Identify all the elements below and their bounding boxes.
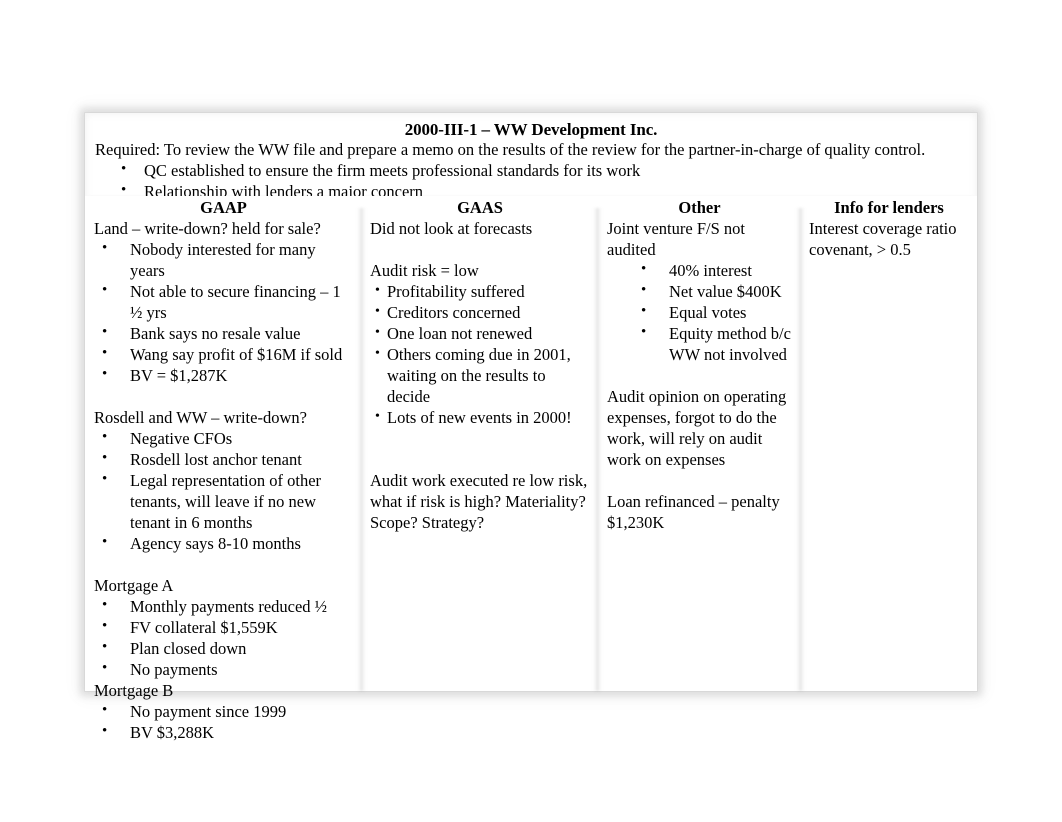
bullet-item: Net value $400K: [607, 280, 795, 302]
text-block: Rosdell and WW – write-down?: [94, 408, 307, 427]
header-bullet-item: QC established to ensure the firm meets …: [85, 159, 977, 181]
bullet-item: Rosdell lost anchor tenant: [94, 448, 354, 470]
bullet-list: Nobody interested for many yearsNot able…: [94, 238, 354, 386]
bullet-item: BV $3,288K: [94, 721, 354, 743]
bullet-item: Plan closed down: [94, 637, 354, 659]
text-block: Audit risk = low: [370, 261, 479, 280]
table-column-gaas: GAAS Did not look at forecasts Audit risk …: [362, 196, 598, 691]
bullet-item: Equity method b/c WW not involved: [607, 322, 795, 365]
bullet-item: Equal votes: [607, 301, 795, 323]
column-body-gaas: Did not look at forecasts Audit risk = lo…: [362, 218, 598, 533]
bullet-item: Negative CFOs: [94, 427, 354, 449]
text-block: Loan refinanced – penalty $1,230K: [607, 492, 780, 532]
comparison-table: GAAPLand – write-down? held for sale?Nob…: [85, 196, 977, 742]
document-sheet: 2000-III-1 – WW Development Inc. Require…: [85, 113, 977, 742]
table-column-gaap: GAAPLand – write-down? held for sale?Nob…: [85, 196, 362, 742]
page-title: 2000-III-1 – WW Development Inc.: [404, 120, 658, 139]
bullet-item: No payment since 1999: [94, 700, 354, 722]
bullet-list: Profitability sufferedCreditors concerne…: [370, 280, 592, 428]
column-body-info-for-lenders: Interest coverage ratio covenant, > 0.5: [801, 218, 977, 260]
bullet-item: Monthly payments reduced ½: [94, 595, 354, 617]
column-body-gaap: Land – write-down? held for sale?Nobody …: [85, 218, 362, 743]
column-header-gaap: GAAP: [200, 198, 247, 217]
bullet-item: Profitability suffered: [370, 280, 592, 302]
bullet-item: Others coming due in 2001, waiting on th…: [370, 343, 592, 407]
bullet-item: Legal representation of other tenants, w…: [94, 469, 354, 533]
bullet-item: Lots of new events in 2000!: [370, 406, 592, 428]
bullet-item: Bank says no resale value: [94, 322, 354, 344]
text-block: Mortgage A: [94, 576, 174, 595]
column-body-other: Joint venture F/S not audited40% interes…: [598, 218, 801, 533]
column-header-other: Other: [678, 198, 721, 217]
text-block: Audit opinion on operating expenses, for…: [607, 387, 787, 469]
bullet-item: No payments: [94, 658, 354, 680]
bullet-item: Not able to secure financing – 1 ½ yrs: [94, 280, 354, 323]
bullet-item: Wang say profit of $16M if sold: [94, 343, 354, 365]
column-header-gaas: GAAS: [457, 198, 503, 217]
text-block: Interest coverage ratio covenant, > 0.5: [809, 219, 957, 259]
column-header-info-for-lenders: Info for lenders: [834, 198, 944, 217]
document-content: 2000-III-1 – WW Development Inc. Require…: [85, 113, 977, 742]
bullet-item: BV = $1,287K: [94, 364, 354, 386]
bullet-item: Creditors concerned: [370, 301, 592, 323]
text-block: Audit work executed re low risk, what if…: [370, 471, 588, 532]
bullet-list: Monthly payments reduced ½FV collateral …: [94, 595, 354, 680]
table-column-other: OtherJoint venture F/S not audited40% in…: [598, 196, 801, 691]
bullet-list: Negative CFOsRosdell lost anchor tenantL…: [94, 427, 354, 554]
text-block: Mortgage B: [94, 681, 174, 700]
bullet-list: No payment since 1999BV $3,288K: [94, 700, 354, 743]
bullet-item: FV collateral $1,559K: [94, 616, 354, 638]
text-block: Land – write-down? held for sale?: [94, 219, 321, 238]
table-column-info-for-lenders: Info for lenders Interest coverage ratio …: [801, 196, 977, 691]
bullet-item: Agency says 8-10 months: [94, 532, 354, 554]
bullet-list: 40% interestNet value $400KEqual votesEq…: [607, 259, 795, 365]
required-statement: Required: To review the WW file and prep…: [95, 140, 926, 159]
text-block: Did not look at forecasts: [370, 219, 533, 238]
bullet-item: 40% interest: [607, 259, 795, 281]
bullet-item: Nobody interested for many years: [94, 238, 354, 281]
bullet-item: One loan not renewed: [370, 322, 592, 344]
text-block: Joint venture F/S not audited: [607, 219, 745, 259]
